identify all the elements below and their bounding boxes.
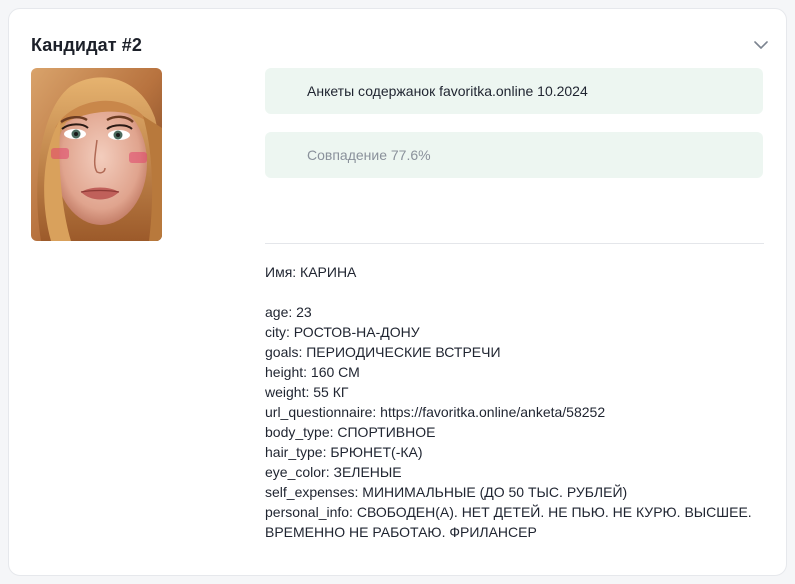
- chevron-down-icon[interactable]: [753, 39, 769, 51]
- field-personal-info: personal_info: СВОБОДЕН(А). НЕТ ДЕТЕЙ. Н…: [265, 504, 752, 520]
- candidate-info: Имя: КАРИНА age: 23 city: РОСТОВ-НА-ДОНУ…: [265, 262, 765, 542]
- field-city: city: РОСТОВ-НА-ДОНУ: [265, 324, 420, 340]
- field-self-expenses: self_expenses: МИНИМАЛЬНЫЕ (ДО 50 ТЫС. Р…: [265, 484, 628, 500]
- candidate-card: Кандидат #2 Анкеты содержанок favoritka.…: [8, 8, 787, 576]
- field-body-type: body_type: СПОРТИВНОЕ: [265, 424, 436, 440]
- field-personal-info-cont: ВРЕМЕННО НЕ РАБОТАЮ. ФРИЛАНСЕР: [265, 524, 537, 540]
- field-goals: goals: ПЕРИОДИЧЕСКИЕ ВСТРЕЧИ: [265, 344, 501, 360]
- field-height: height: 160 СМ: [265, 364, 360, 380]
- candidate-photo: [31, 68, 162, 241]
- divider: [265, 243, 764, 244]
- candidate-title: Кандидат #2: [31, 35, 142, 55]
- source-database: Анкеты содержанок favoritka.online 10.20…: [265, 68, 763, 114]
- field-age: age: 23: [265, 304, 312, 320]
- field-eye-color: eye_color: ЗЕЛЕНЫЕ: [265, 464, 402, 480]
- field-weight: weight: 55 КГ: [265, 384, 349, 400]
- field-url-questionnaire: url_questionnaire: https://favoritka.onl…: [265, 404, 606, 420]
- name-line: Имя: КАРИНА: [265, 264, 357, 280]
- match-score: Совпадение 77.6%: [265, 132, 763, 178]
- field-hair-type: hair_type: БРЮНЕТ(-КА): [265, 444, 423, 460]
